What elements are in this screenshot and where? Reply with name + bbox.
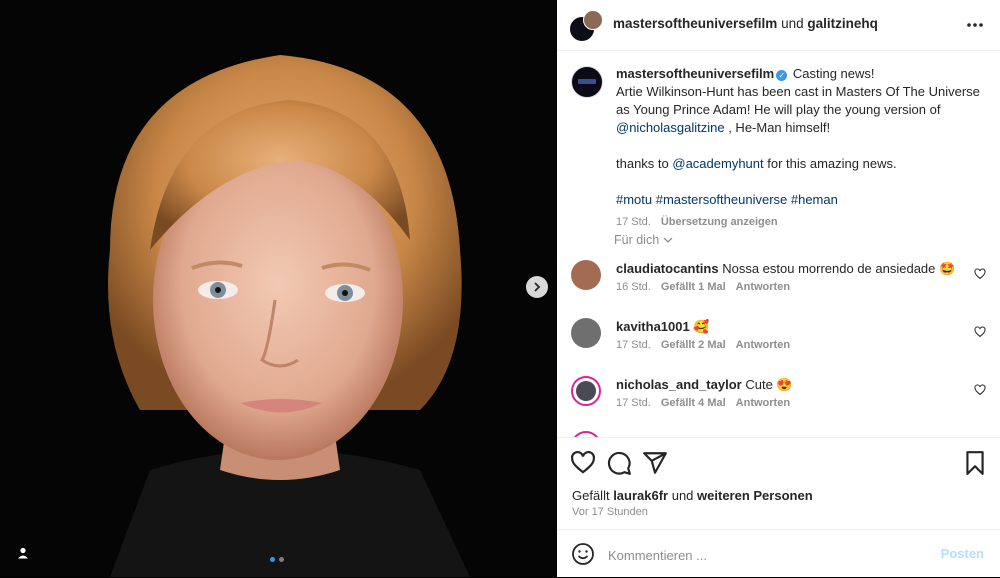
for-you-label: Für dich <box>614 233 660 247</box>
comment-body: Nossa estou morrendo de ansiedade 🤩 <box>722 261 956 276</box>
tagged-users-button[interactable] <box>14 544 32 562</box>
comment-likes[interactable]: Gefällt 4 Mal <box>661 397 726 409</box>
authors-connector: und <box>777 16 808 31</box>
post-header: mastersoftheuniversefilm und galitzinehq <box>557 0 1000 51</box>
carousel-dot <box>279 557 284 562</box>
comment-body: Cute 😍 <box>745 377 793 392</box>
reply-button[interactable]: Antworten <box>736 397 790 409</box>
comment-input[interactable] <box>606 543 930 567</box>
other-likers-link[interactable]: weiteren Personen <box>697 488 813 503</box>
carousel-dot-active <box>270 557 275 562</box>
comment-text: kavitha1001 🥰 <box>616 318 710 336</box>
likes-summary: Gefällt laurak6fr und weiteren Personen <box>572 488 813 503</box>
chevron-down-icon <box>663 237 673 243</box>
account-link[interactable]: mastersoftheuniversefilm <box>613 16 777 31</box>
bookmark-icon[interactable] <box>962 450 988 476</box>
avatar[interactable] <box>571 260 601 290</box>
carousel-indicator <box>270 557 284 562</box>
comment-item: kavitha1001 🥰 17 Std. Gefällt 2 Mal Antwor… <box>557 318 1000 368</box>
avatar <box>583 10 603 30</box>
verified-badge-icon: ✓ <box>776 70 788 81</box>
post-comment-button[interactable]: Posten <box>941 546 984 561</box>
hashtags-link[interactable]: #motu #mastersoftheuniverse #heman <box>616 192 838 207</box>
heart-icon[interactable] <box>974 384 986 396</box>
caption-line: for this amazing news. <box>763 156 897 171</box>
post-side-panel: mastersoftheuniversefilm und galitzinehq… <box>557 0 1000 577</box>
post-timestamp[interactable]: Vor 17 Stunden <box>572 506 648 518</box>
avatar <box>576 381 596 401</box>
comment-likes[interactable]: Gefällt 1 Mal <box>661 281 726 293</box>
comment-meta: 17 Std. Gefällt 2 Mal Antworten <box>616 339 800 351</box>
caption-line: Casting news! <box>789 66 875 81</box>
mention-link[interactable]: @academyhunt <box>672 156 763 171</box>
mention-link[interactable]: @nicholasgalitzine <box>616 120 725 135</box>
caption-meta: 17 Std. Übersetzung anzeigen <box>616 213 986 231</box>
liker-username[interactable]: laurak6fr <box>613 488 668 503</box>
user-icon <box>18 547 28 559</box>
comment-text: nicholas_and_taylor Cute 😍 <box>616 376 793 394</box>
next-image-button[interactable] <box>526 276 548 298</box>
chevron-right-icon <box>534 282 541 292</box>
comment-icon[interactable] <box>606 450 632 476</box>
comment-meta: 17 Std. Gefällt 4 Mal Antworten <box>616 397 800 409</box>
reply-button[interactable]: Antworten <box>736 339 790 351</box>
comment-item: nicholas_and_taylor Cute 😍 17 Std. Gefäll… <box>557 376 1000 426</box>
comment-time[interactable]: 17 Std. <box>616 397 651 409</box>
caption-line: , He-Man himself! <box>724 120 831 135</box>
comment-time[interactable]: 16 Std. <box>616 281 651 293</box>
child-portrait-photo <box>0 0 557 577</box>
post-authors: mastersoftheuniversefilm und galitzinehq <box>613 16 878 31</box>
caption-username[interactable]: mastersoftheuniversefilm <box>616 66 774 81</box>
more-horizontal-icon <box>967 23 983 27</box>
likes-prefix: Gefällt <box>572 488 614 503</box>
add-comment-bar: Posten <box>557 529 1000 578</box>
comment-username[interactable]: claudiatocantins <box>616 261 719 276</box>
post-image[interactable] <box>0 0 557 577</box>
caption-text: mastersoftheuniversefilm ✓ Casting news! … <box>616 65 986 231</box>
comments-scroll-area[interactable]: mastersoftheuniversefilm ✓ Casting news! … <box>557 51 1000 437</box>
comment-likes[interactable]: Gefällt 2 Mal <box>661 339 726 351</box>
heart-icon[interactable] <box>974 326 986 338</box>
collaborator-link[interactable]: galitzinehq <box>807 16 878 31</box>
comment-body: 🥰 <box>693 319 710 334</box>
emoji-icon[interactable] <box>571 542 595 566</box>
avatar[interactable] <box>571 318 601 348</box>
caption-time[interactable]: 17 Std. <box>616 216 651 228</box>
post-actions: Gefällt laurak6fr und weiteren Personen … <box>557 437 1000 530</box>
collab-avatars[interactable] <box>569 10 603 42</box>
avatar-story-ring[interactable] <box>571 376 601 406</box>
share-icon[interactable] <box>642 450 668 476</box>
comment-username[interactable]: nicholas_and_taylor <box>616 377 742 392</box>
heart-icon[interactable] <box>570 450 596 476</box>
more-options-button[interactable] <box>966 15 984 29</box>
likes-connector: und <box>668 488 698 503</box>
comment-meta: 16 Std. Gefällt 1 Mal Antworten <box>616 281 800 293</box>
comment-username[interactable]: kavitha1001 <box>616 319 690 334</box>
for-you-dropdown[interactable]: Für dich <box>614 233 673 247</box>
translate-link[interactable]: Übersetzung anzeigen <box>661 216 778 228</box>
caption-line: thanks to <box>616 156 673 171</box>
avatar[interactable] <box>571 66 603 98</box>
reply-button[interactable]: Antworten <box>736 281 790 293</box>
comment-text: claudiatocantins Nossa estou morrendo de… <box>616 260 955 278</box>
caption-line: Artie Wilkinson-Hunt has been cast in Ma… <box>616 84 980 117</box>
comment-item: claudiatocantins Nossa estou morrendo de… <box>557 260 1000 310</box>
heart-icon[interactable] <box>974 268 986 280</box>
comment-time[interactable]: 17 Std. <box>616 339 651 351</box>
